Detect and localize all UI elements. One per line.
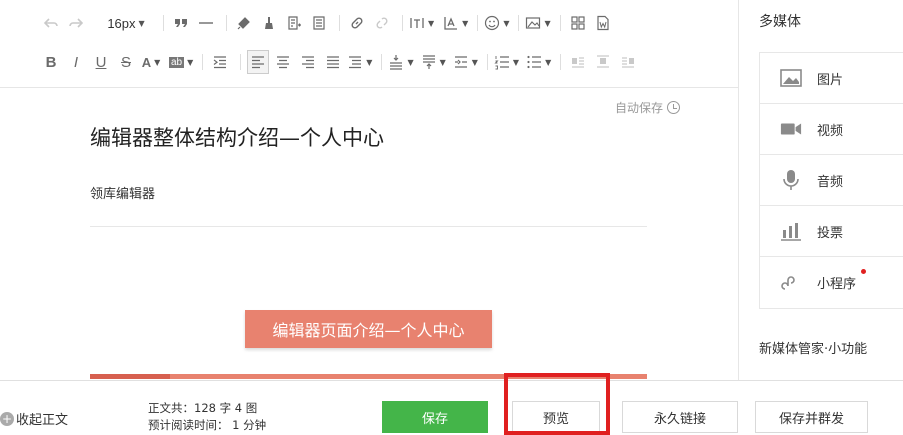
sidebar-item-label: 投票 (817, 225, 844, 241)
editor-area[interactable]: 自动保存 编辑器整体结构介绍—个人中心 领库编辑器 编辑器页面介绍—个人中心 (0, 89, 738, 379)
background-color-button[interactable]: ab ▼ (169, 50, 193, 74)
align-center-icon[interactable] (272, 50, 294, 74)
video-icon (780, 118, 802, 140)
poll-icon (780, 220, 802, 242)
align-right-icon[interactable] (297, 50, 319, 74)
toolbar-separator (518, 15, 520, 31)
font-size-value: 16px (107, 15, 136, 31)
toolbar-separator (486, 54, 488, 70)
line-indent-icon[interactable]: ▼ (453, 50, 478, 74)
editor-toolbar: 16px ▼ ▼ ▼ ▼ ▼ B I U S A ▼ ab ▼ ▼ ▼ ▼ ▼ … (0, 0, 738, 88)
unordered-list-icon[interactable]: ▼ (526, 50, 551, 74)
microphone-icon (780, 169, 802, 191)
toolbar-row-1: 16px ▼ ▼ ▼ ▼ ▼ (40, 8, 617, 38)
italic-button[interactable]: I (65, 50, 87, 74)
background-color-label: ab (169, 56, 185, 68)
article-title[interactable]: 编辑器整体结构介绍—个人中心 (90, 122, 384, 152)
toolbar-separator (559, 15, 561, 31)
save-button[interactable]: 保存 (382, 401, 488, 433)
sidebar-subtitle: 新媒体管家·小功能 (759, 342, 868, 357)
word-import-icon[interactable] (592, 11, 614, 35)
sidebar-title: 多媒体 (759, 14, 801, 30)
sidebar-item-label: 图片 (817, 72, 844, 88)
mini-program-icon (780, 272, 802, 294)
toolbar-row-2: B I U S A ▼ ab ▼ ▼ ▼ ▼ ▼ ▼ ▼ (40, 47, 642, 77)
word-count: 正文共：128 字 4 图 (148, 401, 258, 415)
toolbar-separator (163, 15, 164, 31)
spacing-after-icon[interactable]: ▼ (421, 50, 446, 74)
toolbar-separator (560, 54, 562, 70)
paste-text-icon[interactable] (308, 11, 330, 35)
emoji-icon[interactable]: ▼ (484, 11, 509, 35)
toolbar-separator (202, 54, 204, 70)
clear-format-icon[interactable] (258, 11, 280, 35)
toolbar-separator (240, 54, 242, 70)
toolbar-separator (226, 15, 227, 31)
article-stats: 正文共：128 字 4 图 预计阅读时间： 1 分钟 (148, 400, 266, 434)
article-author[interactable]: 领库编辑器 (90, 183, 155, 202)
sidebar-item-mini-program[interactable]: 小程序 (760, 257, 903, 308)
clock-icon (667, 101, 680, 114)
autosave-label: 自动保存 (614, 101, 663, 115)
indent-icon[interactable] (209, 50, 231, 74)
content-strip-accent (90, 374, 170, 379)
bold-button[interactable]: B (40, 50, 62, 74)
collapse-label: 收起正文 (16, 413, 69, 428)
unlink-icon[interactable] (371, 11, 393, 35)
paragraph-spacing-icon[interactable]: ▼ (347, 50, 372, 74)
float-none-icon[interactable] (592, 50, 614, 74)
sidebar-item-label: 小程序 (817, 277, 857, 292)
undo-icon[interactable] (40, 11, 62, 35)
collapse-content-button[interactable]: + 收起正文 (0, 409, 68, 428)
ordered-list-icon[interactable]: ▼ (494, 50, 519, 74)
blockquote-icon[interactable] (170, 11, 192, 35)
preview-button[interactable]: 预览 (512, 401, 600, 433)
align-left-icon[interactable] (247, 50, 270, 74)
font-size-select[interactable]: 16px ▼ (98, 11, 154, 35)
toolbar-separator (381, 54, 383, 70)
font-color-label: A (141, 54, 152, 70)
autosave-status: 自动保存 (615, 99, 680, 116)
new-badge (861, 269, 866, 274)
chevron-down-icon: ▼ (138, 18, 145, 28)
toolbar-separator (339, 15, 340, 31)
layout-icon[interactable] (567, 11, 589, 35)
insert-template-icon[interactable] (283, 11, 305, 35)
font-color-button[interactable]: A ▼ (140, 50, 162, 74)
letter-spacing-icon[interactable]: ▼ (409, 11, 434, 35)
spacing-before-icon[interactable]: ▼ (388, 50, 414, 74)
sidebar-item-poll[interactable]: 投票 (760, 206, 903, 257)
plus-circle-icon: + (0, 411, 14, 426)
strikethrough-button[interactable]: S (115, 50, 137, 74)
line-height-icon[interactable]: ▼ (443, 11, 468, 35)
media-sidebar: 多媒体 图片 视频 音频 投票 小程序 新媒体管家·小功能 (738, 0, 903, 380)
toolbar-separator (402, 15, 403, 31)
sidebar-item-label: 音频 (817, 174, 844, 190)
media-list: 图片 视频 音频 投票 小程序 (759, 52, 903, 309)
image-icon[interactable]: ▼ (525, 11, 551, 35)
link-icon[interactable] (346, 11, 368, 35)
float-right-icon[interactable] (617, 50, 639, 74)
redo-icon[interactable] (65, 11, 87, 35)
format-painter-icon[interactable] (233, 11, 255, 35)
content-strip (90, 374, 647, 379)
bottom-bar: + 收起正文 正文共：128 字 4 图 预计阅读时间： 1 分钟 保存 预览 … (0, 380, 903, 435)
horizontal-rule-icon[interactable] (195, 11, 217, 35)
content-banner[interactable]: 编辑器页面介绍—个人中心 (245, 310, 492, 348)
divider (90, 226, 647, 227)
sidebar-item-audio[interactable]: 音频 (760, 155, 903, 206)
image-icon (780, 67, 802, 89)
permalink-button[interactable]: 永久链接 (622, 401, 738, 433)
align-justify-icon[interactable] (322, 50, 344, 74)
save-and-send-button[interactable]: 保存并群发 (755, 401, 868, 433)
reading-time: 预计阅读时间： 1 分钟 (148, 418, 267, 432)
sidebar-item-video[interactable]: 视频 (760, 104, 903, 155)
sidebar-item-label: 视频 (817, 123, 844, 139)
toolbar-separator (477, 15, 479, 31)
underline-button[interactable]: U (90, 50, 112, 74)
sidebar-item-image[interactable]: 图片 (760, 53, 903, 104)
float-left-icon[interactable] (567, 50, 589, 74)
